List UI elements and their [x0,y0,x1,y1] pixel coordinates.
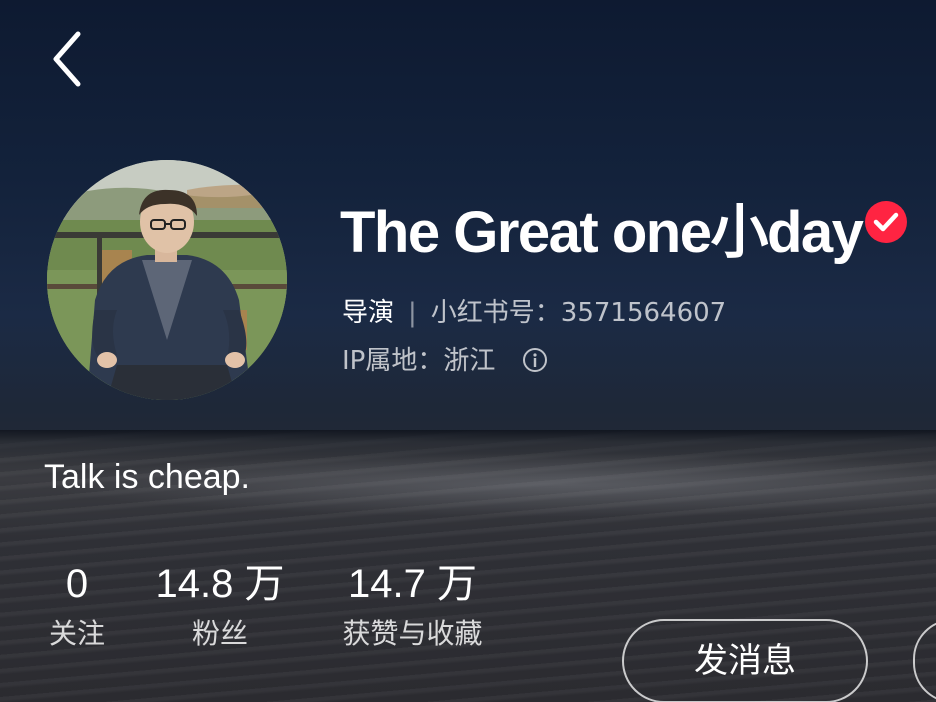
stat-value: 14.7 万 [348,562,477,606]
ip-location-value: 浙江 [443,346,496,376]
ip-location-line: IP属地：浙江 [342,340,548,377]
verified-check-icon [865,201,907,243]
account-id[interactable]: 3571564607 [561,298,726,328]
stat-label: 获赞与收藏 [342,617,483,650]
stat-label: 关注 [48,617,105,650]
stat-following[interactable]: 0 关注 [40,560,114,652]
ip-location-label: IP属地： [342,346,444,376]
stat-value: 14.8 万 [155,562,285,606]
avatar-photo [47,160,287,400]
role-label: 导演 [342,298,395,328]
display-name: The Great one小day [340,200,864,265]
info-icon[interactable] [522,347,548,373]
send-message-button[interactable]: 发消息 [622,619,868,702]
stat-label: 粉丝 [191,617,248,650]
stat-value: 0 [65,562,89,606]
bio-text: Talk is cheap. [44,458,250,496]
back-button[interactable] [44,28,94,90]
account-id-label: 小红书号： [430,298,561,328]
stat-likes-collects[interactable]: 14.7 万 获赞与收藏 [325,560,500,652]
profile-screen: The Great one小day 导演 | 小红书号：3571564607 IP属… [0,0,936,702]
stat-followers[interactable]: 14.8 万 粉丝 [150,560,290,652]
profile-meta-line: 导演 | 小红书号：3571564607 [342,292,726,329]
avatar[interactable] [47,160,287,400]
meta-separator: | [408,298,417,328]
chevron-left-icon [53,31,81,87]
